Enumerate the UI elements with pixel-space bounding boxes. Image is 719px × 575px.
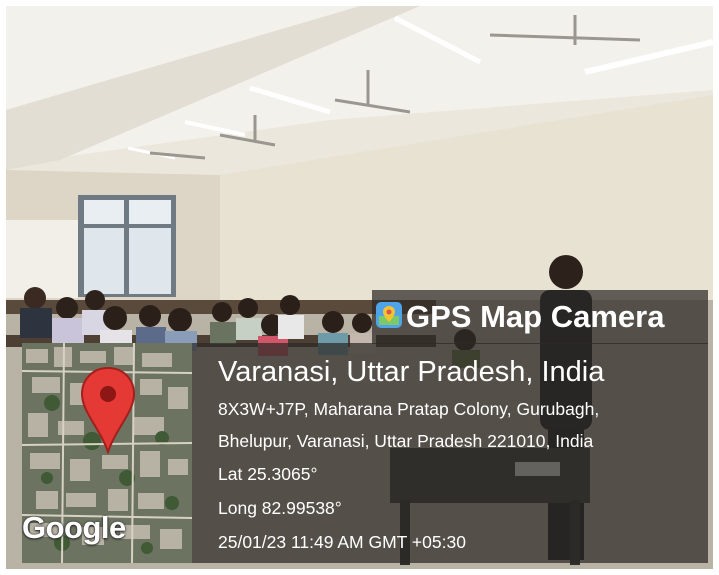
- latitude-text: Lat 25.3065°: [218, 464, 318, 484]
- timestamp-text: 25/01/23 11:49 AM GMT +05:30: [218, 532, 466, 552]
- place-title: Varanasi, Uttar Pradesh, India: [218, 356, 605, 388]
- longitude-text: Long 82.99538°: [218, 498, 342, 518]
- address-line-1: 8X3W+J7P, Maharana Pratap Colony, Guruba…: [218, 399, 600, 419]
- location-pin-icon: [80, 366, 136, 454]
- brand-title: GPS Map Camera: [406, 299, 665, 334]
- gps-map-camera-icon: [376, 302, 402, 328]
- address-line-2: Bhelupur, Varanasi, Uttar Pradesh 221010…: [218, 431, 594, 451]
- google-logo: Google: [22, 510, 126, 545]
